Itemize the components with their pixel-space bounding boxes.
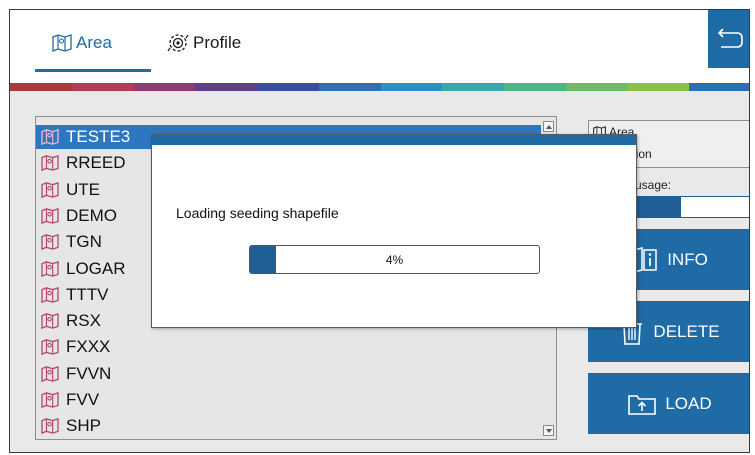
- gear-icon: [167, 34, 189, 52]
- color-stripe-segment: [195, 83, 257, 91]
- tab-profile[interactable]: Profile: [167, 28, 241, 58]
- color-stripe: [10, 83, 749, 91]
- area-list-item[interactable]: FXXX: [36, 335, 541, 359]
- loading-progress-text: 4%: [385, 252, 404, 267]
- color-stripe-segment: [627, 83, 690, 91]
- dialog-title-bar: [152, 135, 636, 145]
- map-icon: [41, 260, 59, 277]
- area-list-item-label: RREED: [66, 153, 126, 173]
- area-list-item-label: FVVN: [66, 363, 112, 383]
- screen: Area Profile TESTE3 RREED UTE DEMO TGN L…: [0, 0, 755, 455]
- back-arrow-icon: [717, 28, 743, 48]
- back-button[interactable]: [708, 10, 749, 68]
- map-icon: [52, 34, 72, 52]
- color-stripe-segment: [380, 83, 443, 91]
- scroll-down-button[interactable]: [543, 425, 554, 436]
- area-list-item-label: FXXX: [66, 337, 111, 357]
- area-list-item[interactable]: SHP: [36, 414, 541, 438]
- tab-area-label: Area: [76, 33, 112, 52]
- area-list-item-label: LOGAR: [66, 258, 126, 278]
- map-icon: [41, 234, 59, 251]
- info-button-label: INFO: [667, 249, 708, 269]
- area-list-item[interactable]: FVV: [36, 388, 541, 412]
- app-window: Area Profile TESTE3 RREED UTE DEMO TGN L…: [9, 9, 750, 453]
- map-icon: [41, 181, 59, 198]
- loading-message: Loading seeding shapefile: [176, 205, 339, 221]
- map-icon: [41, 339, 59, 356]
- area-list-item-label: TGN: [66, 232, 102, 252]
- loading-progress-bar: 4%: [249, 245, 540, 274]
- folder-upload-icon: [628, 394, 657, 415]
- area-list-item-label: TTTV: [66, 284, 109, 304]
- load-button-label: LOAD: [665, 393, 712, 413]
- header: Area Profile: [10, 10, 749, 83]
- area-list-item[interactable]: FVVN: [36, 362, 541, 386]
- map-icon: [41, 313, 59, 330]
- active-tab-indicator: [35, 69, 151, 72]
- map-icon: [41, 207, 59, 224]
- tab-area[interactable]: Area: [52, 28, 112, 58]
- color-stripe-segment: [442, 83, 504, 91]
- area-list-item-label: TESTE3: [66, 127, 131, 146]
- map-icon: [41, 129, 59, 145]
- delete-button-label: DELETE: [653, 321, 720, 341]
- scroll-up-button[interactable]: [543, 121, 554, 132]
- map-icon: [41, 286, 59, 303]
- usage-label: usage:: [635, 178, 672, 192]
- color-stripe-segment: [257, 83, 319, 91]
- loading-dialog: Loading seeding shapefile 4%: [151, 134, 637, 328]
- tab-profile-label: Profile: [193, 33, 242, 52]
- map-icon: [41, 365, 59, 382]
- color-stripe-segment: [689, 83, 749, 91]
- color-stripe-segment: [504, 83, 566, 91]
- color-stripe-segment: [10, 83, 72, 91]
- map-icon: [41, 392, 59, 408]
- color-stripe-segment: [71, 83, 134, 91]
- area-list-item-label: FVV: [66, 390, 100, 409]
- load-button[interactable]: LOAD: [588, 373, 749, 434]
- area-list-item-label: RSX: [66, 311, 101, 331]
- area-list-item-label: SHP: [66, 416, 101, 436]
- area-list-item-label: UTE: [66, 179, 100, 199]
- color-stripe-segment: [318, 83, 381, 91]
- area-list-item-label: DEMO: [66, 205, 117, 225]
- map-icon: [41, 155, 59, 172]
- color-stripe-segment: [133, 83, 196, 91]
- color-stripe-segment: [565, 83, 628, 91]
- map-icon: [41, 418, 59, 435]
